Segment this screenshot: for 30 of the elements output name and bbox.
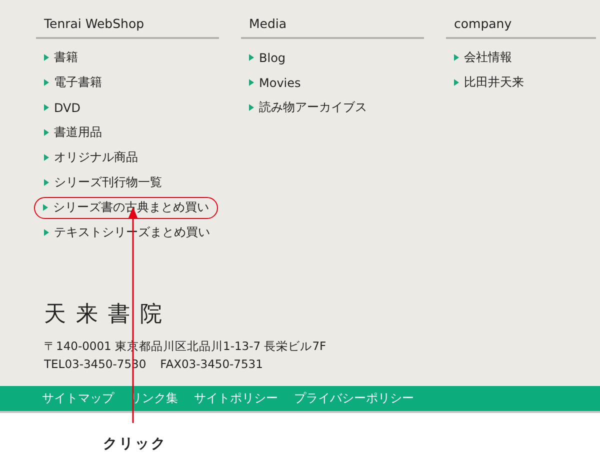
triangle-icon (44, 229, 49, 236)
footer-link[interactable]: 書道用品 (36, 120, 102, 145)
footer-link[interactable]: 読み物アーカイブス (241, 95, 367, 120)
triangle-icon (44, 54, 49, 61)
triangle-icon (44, 104, 49, 111)
triangle-icon (44, 179, 49, 186)
footer-link[interactable]: Blog (241, 45, 286, 70)
callout-label: クリック (103, 435, 168, 453)
triangle-icon (454, 79, 459, 86)
footer-link[interactable]: シリーズ刊行物一覧 (36, 170, 162, 195)
column-heading: Tenrai WebShop (36, 16, 219, 39)
triangle-icon (44, 79, 49, 86)
footer-link[interactable]: 会社情報 (446, 45, 512, 70)
footer-link[interactable]: 比田井天来 (446, 70, 524, 95)
triangle-icon (249, 54, 254, 61)
triangle-icon (44, 154, 49, 161)
footer-link[interactable]: 書籍 (36, 45, 78, 70)
triangle-icon (454, 54, 459, 61)
column-heading: Media (241, 16, 424, 39)
footer-link[interactable]: Movies (241, 70, 301, 95)
fax-text: FAX03-3450-7531 (160, 356, 263, 373)
triangle-icon (44, 129, 49, 136)
triangle-icon (249, 104, 254, 111)
triangle-icon (43, 204, 48, 211)
column-heading: company (446, 16, 596, 39)
triangle-icon (249, 79, 254, 86)
logo: 天来書院 (44, 301, 173, 329)
footer-link[interactable]: 電子書籍 (36, 70, 102, 95)
footer-link[interactable]: オリジナル商品 (36, 145, 138, 170)
footer-link[interactable]: DVD (36, 95, 80, 120)
